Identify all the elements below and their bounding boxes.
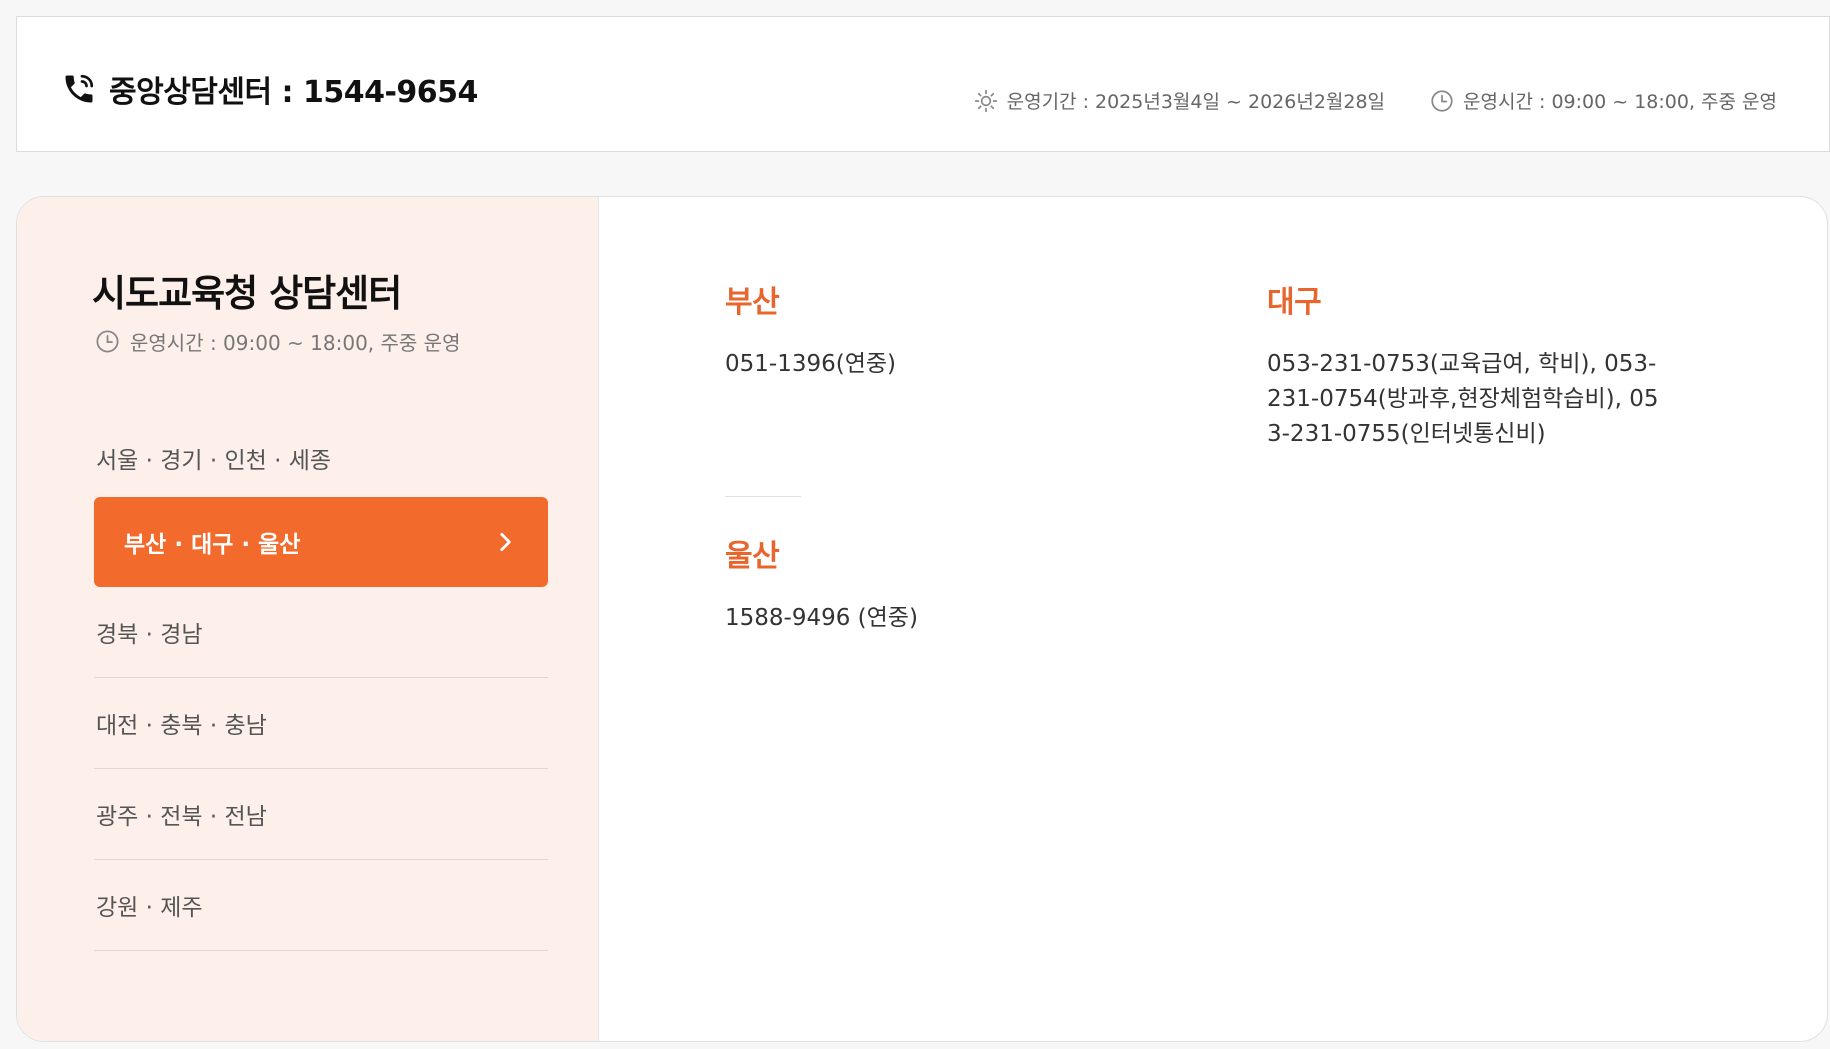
- center-busan: 부산 051-1396(연중): [725, 277, 1125, 382]
- region-item-label: 강원 · 제주: [96, 895, 203, 921]
- central-center-title: 중앙상담센터 : 1544-9654: [109, 75, 478, 110]
- region-item-label: 서울 · 경기 · 인천 · 세종: [96, 448, 332, 474]
- region-item-gyeongbuk-gyeongnam[interactable]: 경북 · 경남: [94, 587, 548, 678]
- region-item-label: 경북 · 경남: [96, 622, 203, 648]
- region-item-busan-daegu-ulsan[interactable]: 부산 · 대구 · 울산: [94, 497, 548, 587]
- operation-hours: 운영시간 : 09:00 ~ 18:00, 주중 운영: [1429, 87, 1777, 114]
- center-contacts: 부산 051-1396(연중) 대구 053-231-0753(교육급여, 학비…: [599, 197, 1827, 1041]
- center-phone-number: 1588-9496 (연중): [725, 605, 918, 631]
- regional-centers-card: 시도교육청 상담센터 운영시간 : 09:00 ~ 18:00, 주중 운영 서…: [16, 196, 1828, 1042]
- center-city-name: 대구: [1267, 285, 1322, 320]
- chevron-right-icon: [500, 533, 511, 551]
- central-center-phone: 중앙상담센터 : 1544-9654: [61, 67, 478, 111]
- region-item-gwangju-jeonbuk-jeonnam[interactable]: 광주 · 전북 · 전남: [94, 769, 548, 860]
- operation-hours-text: 운영시간 : 09:00 ~ 18:00, 주중 운영: [1463, 91, 1777, 113]
- operation-period-text: 운영기간 : 2025년3월4일 ~ 2026년2월28일: [1006, 91, 1386, 113]
- region-item-label: 대전 · 충북 · 충남: [96, 713, 267, 739]
- region-item-label: 광주 · 전북 · 전남: [96, 804, 267, 830]
- center-ulsan: 울산 1588-9496 (연중): [725, 531, 1125, 636]
- operation-info: 운영기간 : 2025년3월4일 ~ 2026년2월28일 운영시간 : 09:…: [973, 87, 1777, 114]
- center-phone-number: 051-1396(연중): [725, 351, 896, 377]
- center-daegu: 대구 053-231-0753(교육급여, 학비), 053-231-0754(…: [1267, 277, 1667, 452]
- center-city-name: 부산: [725, 285, 780, 320]
- clock-icon: [96, 330, 119, 353]
- region-item-gangwon-jeju[interactable]: 강원 · 제주: [94, 860, 548, 951]
- sun-icon: [974, 89, 997, 112]
- region-item-label: 부산 · 대구 · 울산: [124, 532, 301, 558]
- sidebar-hours-text: 운영시간 : 09:00 ~ 18:00, 주중 운영: [130, 331, 461, 355]
- sidebar-title: 시도교육청 상담센터: [92, 272, 402, 315]
- region-sidebar: 시도교육청 상담센터 운영시간 : 09:00 ~ 18:00, 주중 운영 서…: [17, 197, 599, 1041]
- clock-icon: [1431, 89, 1453, 112]
- center-phone-number: 053-231-0753(교육급여, 학비), 053-231-0754(방과후…: [1267, 351, 1659, 447]
- region-list: 서울 · 경기 · 인천 · 세종 부산 · 대구 · 울산 경북 · 경남 대…: [94, 419, 548, 951]
- operation-period: 운영기간 : 2025년3월4일 ~ 2026년2월28일: [973, 87, 1385, 114]
- central-center-bar: 중앙상담센터 : 1544-9654 운영기간 : 2025년3월4일 ~ 20…: [16, 16, 1830, 152]
- region-item-daejeon-chungbuk-chungnam[interactable]: 대전 · 충북 · 충남: [94, 678, 548, 769]
- phone-icon: [65, 74, 94, 103]
- sidebar-hours: 운영시간 : 09:00 ~ 18:00, 주중 운영: [94, 327, 460, 356]
- center-city-name: 울산: [725, 539, 780, 574]
- region-item-seoul-gyeonggi-incheon-sejong[interactable]: 서울 · 경기 · 인천 · 세종: [94, 419, 548, 497]
- divider: [725, 496, 801, 497]
